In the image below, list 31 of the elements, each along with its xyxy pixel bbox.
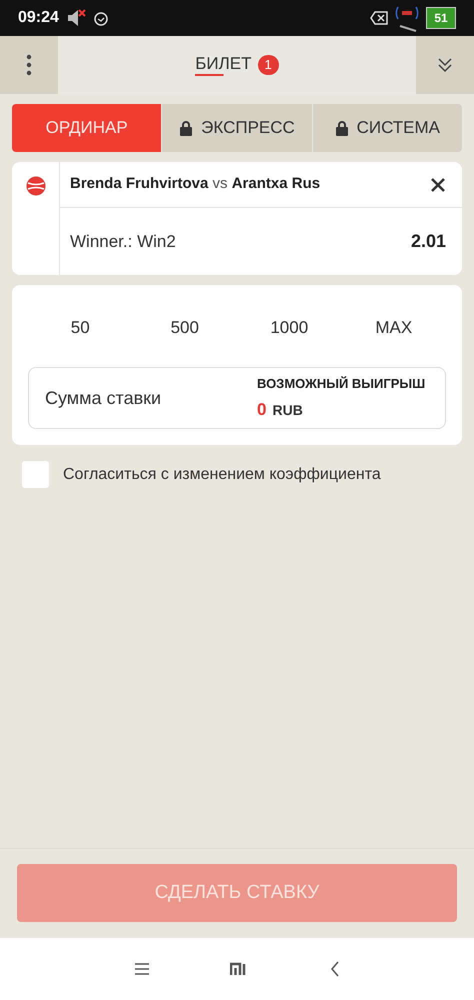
bet-type-tab[interactable]: СИСТЕМА [312, 104, 462, 152]
quick-amount-button[interactable]: 500 [132, 311, 237, 345]
match-title: Brenda Fruhvirtova vs Arantxa Rus [70, 174, 322, 194]
close-icon [430, 176, 446, 192]
tennis-ball-icon [26, 176, 46, 196]
possible-win-label: ВОЗМОЖНЫЙ ВЫИГРЫШ [257, 374, 426, 392]
currency: RUB [272, 401, 303, 420]
stake-field[interactable]: Сумма ставки [45, 384, 245, 412]
win-amount: 0 [257, 399, 266, 421]
market-label: Winner.: Win2 [70, 230, 177, 253]
quick-amount-button[interactable]: 50 [28, 311, 132, 345]
more-vertical-icon [26, 54, 32, 76]
quick-amount-button[interactable]: MAX [342, 311, 446, 345]
place-bet-button: СДЕЛАТЬ СТАВКУ [17, 864, 457, 922]
no-sim-icon [370, 11, 388, 25]
odds-value: 2.01 [410, 230, 446, 253]
lock-icon [179, 120, 194, 136]
count-badge: 1 [258, 55, 279, 75]
alarm-icon [92, 10, 109, 26]
ticket-title: БИЛЕТ [195, 54, 252, 76]
checkbox[interactable] [22, 461, 49, 488]
back-icon[interactable] [330, 961, 340, 977]
hotspot-icon [394, 4, 420, 32]
double-chevron-down-icon [438, 57, 452, 73]
menu-icon[interactable] [134, 963, 150, 975]
battery-indicator: 51 [426, 7, 456, 29]
bet-type-tab[interactable]: ЭКСПРЕСС [162, 104, 312, 152]
checkbox-label: Согласиться с изменением коэффициента [63, 464, 381, 484]
lock-icon [334, 120, 349, 136]
clock: 09:24 [18, 8, 59, 28]
quick-amount-button[interactable]: 1000 [237, 311, 342, 345]
